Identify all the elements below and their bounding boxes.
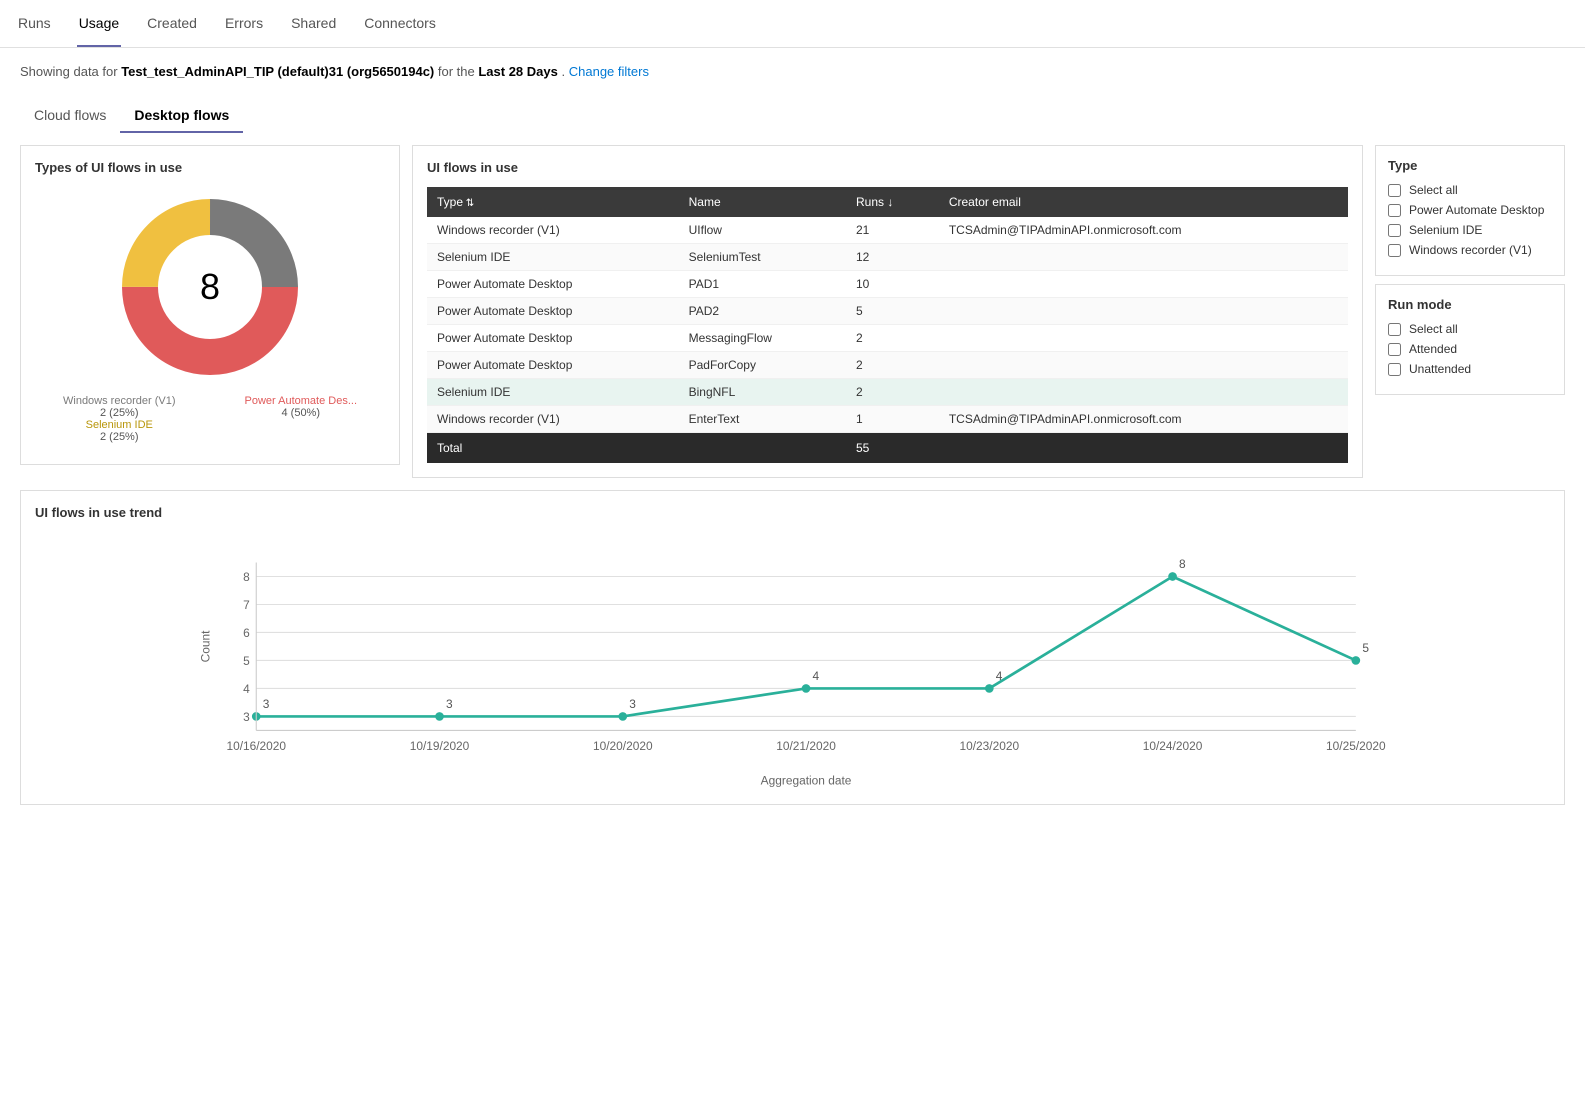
svg-text:7: 7 [243,598,250,612]
subtitle-suffix: . [561,64,565,79]
svg-text:5: 5 [243,654,250,668]
donut-container: 8 Windows recorder (V1) 2 (25%) Power Au… [35,187,385,443]
flow-tabs: Cloud flows Desktop flows [20,99,1565,133]
legend-power-automate: Power Automate Des... 4 (50%) [227,395,376,419]
svg-text:10/25/2020: 10/25/2020 [1326,739,1386,753]
col-type[interactable]: Type [427,187,679,217]
table-row: Power Automate DesktopPadForCopy2 [427,352,1348,379]
type-filter-panel: Type Select allPower Automate DesktopSel… [1375,145,1565,276]
svg-text:4: 4 [996,669,1003,683]
svg-text:10/23/2020: 10/23/2020 [960,739,1020,753]
subtitle-prefix: Showing data for [20,64,121,79]
subtitle-bar: Showing data for Test_test_AdminAPI_TIP … [20,64,1565,79]
svg-text:4: 4 [813,669,820,683]
ui-flows-table: Type Name Runs Creator email Windows rec… [427,187,1348,463]
type-filter-item[interactable]: Selenium IDE [1388,223,1552,237]
donut-legend: Windows recorder (V1) 2 (25%) Power Auto… [35,395,385,443]
svg-text:Aggregation date: Aggregation date [761,774,852,788]
trend-panel: UI flows in use trend 345678CountAggrega… [20,490,1565,805]
donut-panel: Types of UI flows in use 8 Windows [20,145,400,465]
svg-text:10/24/2020: 10/24/2020 [1143,739,1203,753]
table-row: Power Automate DesktopPAD25 [427,298,1348,325]
svg-text:10/21/2020: 10/21/2020 [776,739,836,753]
run-mode-filter-items: Select all Attended Unattended [1388,322,1552,376]
nav-shared[interactable]: Shared [289,1,338,47]
run-mode-filter-item[interactable]: Unattended [1388,362,1552,376]
table-row: Selenium IDESeleniumTest12 [427,244,1348,271]
svg-text:8: 8 [200,266,220,307]
change-filters-link[interactable]: Change filters [569,64,649,79]
filter-panels: Type Select allPower Automate DesktopSel… [1375,145,1565,395]
svg-text:3: 3 [446,697,453,711]
nav-usage[interactable]: Usage [77,1,121,47]
table-row: Windows recorder (V1)EnterText1TCSAdmin@… [427,406,1348,433]
table-row: Power Automate DesktopPAD110 [427,271,1348,298]
svg-text:4: 4 [243,682,250,696]
ui-flows-table-panel: UI flows in use Type Name Runs Creator e… [412,145,1363,478]
top-navigation: Runs Usage Created Errors Shared Connect… [0,0,1585,48]
col-name[interactable]: Name [679,187,846,217]
total-value: 55 [846,433,939,464]
svg-text:8: 8 [243,570,250,584]
svg-text:8: 8 [1179,557,1186,571]
donut-panel-title: Types of UI flows in use [35,160,385,175]
svg-text:3: 3 [243,710,250,724]
run-mode-filter-panel: Run mode Select all Attended Unattended [1375,284,1565,395]
svg-text:10/16/2020: 10/16/2020 [226,739,286,753]
table-row: Selenium IDEBingNFL2 [427,379,1348,406]
type-filter-item[interactable]: Windows recorder (V1) [1388,243,1552,257]
table-body: Windows recorder (V1)UIflow21TCSAdmin@TI… [427,217,1348,433]
table-inner: Type Name Runs Creator email Windows rec… [413,187,1362,477]
nav-created[interactable]: Created [145,1,199,47]
table-footer-row: Total 55 [427,433,1348,464]
run-mode-filter-title: Run mode [1388,297,1552,312]
svg-text:10/19/2020: 10/19/2020 [410,739,470,753]
type-filter-item[interactable]: Select all [1388,183,1552,197]
total-empty1 [679,433,846,464]
svg-text:5: 5 [1362,641,1369,655]
nav-connectors[interactable]: Connectors [362,1,438,47]
total-label: Total [427,433,679,464]
col-runs[interactable]: Runs [846,187,939,217]
nav-runs[interactable]: Runs [16,1,53,47]
subtitle-period: Last 28 Days [478,64,558,79]
table-row: Power Automate DesktopMessagingFlow2 [427,325,1348,352]
legend-selenium: Selenium IDE 2 (25%) [45,419,194,443]
trend-chart-svg: 345678CountAggregation date10/16/202010/… [35,530,1550,790]
total-empty2 [939,433,1348,464]
trend-chart-area: 345678CountAggregation date10/16/202010/… [35,530,1550,790]
subtitle-org: Test_test_AdminAPI_TIP (default)31 (org5… [121,64,434,79]
svg-text:6: 6 [243,626,250,640]
type-filter-title: Type [1388,158,1552,173]
legend-windows-recorder: Windows recorder (V1) 2 (25%) [45,395,194,419]
svg-text:3: 3 [629,697,636,711]
svg-text:10/20/2020: 10/20/2020 [593,739,653,753]
table-header-row: Type Name Runs Creator email [427,187,1348,217]
dashboard-row: Types of UI flows in use 8 Windows [20,145,1565,478]
tab-cloud-flows[interactable]: Cloud flows [20,99,120,133]
trend-title: UI flows in use trend [35,505,1550,520]
main-content: Showing data for Test_test_AdminAPI_TIP … [0,48,1585,821]
col-email[interactable]: Creator email [939,187,1348,217]
svg-text:3: 3 [263,697,270,711]
table-row: Windows recorder (V1)UIflow21TCSAdmin@TI… [427,217,1348,244]
nav-errors[interactable]: Errors [223,1,265,47]
donut-chart: 8 [110,187,310,387]
run-mode-filter-item[interactable]: Attended [1388,342,1552,356]
tab-desktop-flows[interactable]: Desktop flows [120,99,243,133]
type-filter-items: Select all Power Automate Desktop Selenium… [1388,183,1552,257]
type-filter-item[interactable]: Power Automate Desktop [1388,203,1552,217]
subtitle-middle: for the [438,64,478,79]
svg-text:Count: Count [199,630,213,662]
run-mode-filter-item[interactable]: Select all [1388,322,1552,336]
table-panel-title: UI flows in use [413,146,1362,175]
